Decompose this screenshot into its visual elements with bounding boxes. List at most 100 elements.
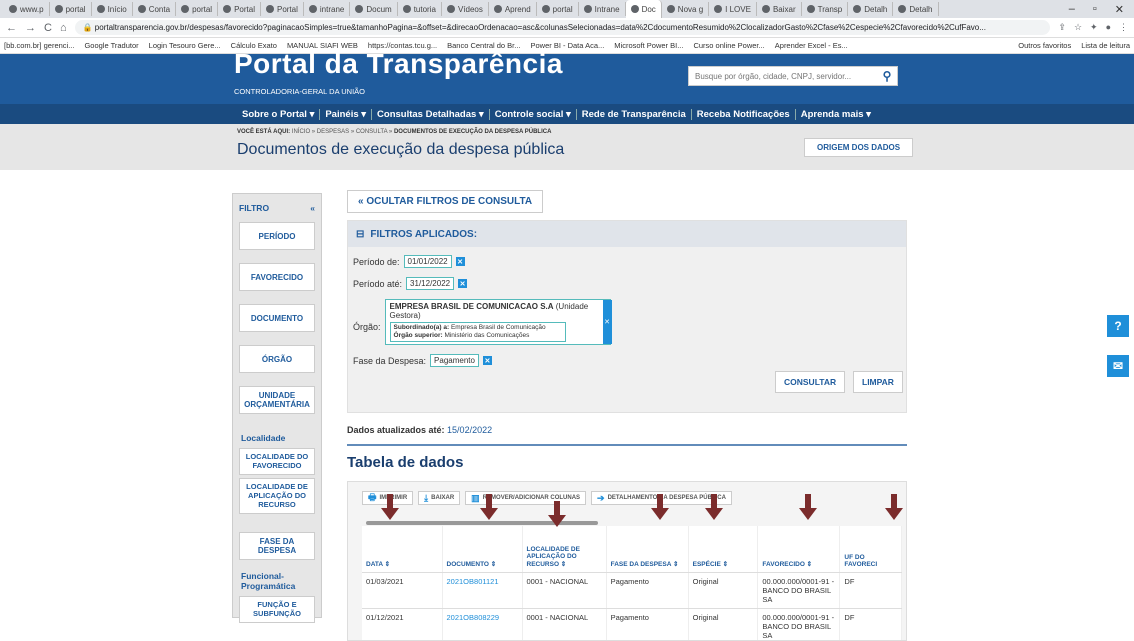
bookmark-item[interactable]: Google Tradutor [84, 41, 138, 50]
columns-button[interactable]: ▥ REMOVER/ADICIONAR COLUNAS [465, 491, 587, 505]
browser-tab[interactable]: Portal [261, 2, 304, 16]
browser-tab[interactable]: intrane [304, 2, 351, 16]
browser-tab[interactable]: tutoria [398, 2, 442, 16]
remove-filter-icon[interactable]: ✕ [482, 356, 492, 365]
forward-icon[interactable]: → [25, 22, 36, 34]
filter-button[interactable]: DOCUMENTO [239, 304, 315, 332]
bookmark-folder[interactable]: Lista de leitura [1081, 41, 1130, 50]
browser-tab[interactable]: Transp [802, 2, 849, 16]
column-header[interactable]: UF DO FAVORECI [839, 526, 902, 573]
column-header[interactable]: DATA ⇕ [362, 526, 443, 573]
browser-tab[interactable]: Portal [218, 2, 261, 16]
main-content: « OCULTAR FILTROS DE CONSULTA ⊟ FILTROS A… [347, 190, 907, 641]
table-cell: 0001 - NACIONAL [522, 572, 607, 609]
bookmark-item[interactable]: Login Tesouro Gere... [149, 41, 221, 50]
filter-button[interactable]: PERÍODO [239, 222, 315, 250]
table-row: 01/03/2021 2021OB801121 0001 - NACIONAL Pag… [362, 572, 902, 609]
column-header[interactable]: FAVORECIDO ⇕ [757, 526, 841, 573]
filter-button[interactable]: UNIDADE ORÇAMENTÁRIA [239, 386, 315, 414]
origem-dos-dados-button[interactable]: ORIGEM DOS DADOS [804, 138, 914, 157]
remove-filter-icon[interactable]: ✕ [602, 300, 612, 345]
browser-tab[interactable]: portal [537, 2, 579, 16]
column-header[interactable]: ESPÉCIE ⇕ [688, 526, 759, 573]
filter-funcao-subfuncao[interactable]: FUNÇÃO E SUBFUNÇÃO [239, 596, 315, 624]
table-cell: 00.000.000/0001-91 - BANCO DO BRASIL SA [757, 572, 841, 609]
nav-item[interactable]: Controle social ▾ [490, 108, 577, 120]
filter-sidebar: FILTRO « PERÍODO FAVORECIDO DOCUMENTO ÓRGÃO U… [232, 193, 322, 624]
hide-filters-button[interactable]: « OCULTAR FILTROS DE CONSULTA [347, 190, 544, 213]
browser-tab[interactable]: Detalh [848, 2, 894, 16]
share-icon[interactable]: ⇪ [1058, 22, 1066, 33]
table-cell[interactable]: 2021OB801121 [442, 572, 523, 609]
browser-tab[interactable]: Doc [625, 0, 662, 18]
filter-button[interactable]: ÓRGÃO [239, 345, 315, 373]
reload-icon[interactable]: C [44, 22, 52, 34]
browser-tab[interactable]: Detalh [893, 2, 939, 16]
bookmark-folder[interactable]: Outros favoritos [1018, 41, 1071, 50]
bookmark-item[interactable]: Curso online Power... [693, 41, 764, 50]
browser-tab[interactable]: Aprend [489, 2, 537, 16]
filter-button[interactable]: FAVORECIDO [239, 263, 315, 291]
remove-filter-icon[interactable]: ✕ [455, 257, 465, 266]
download-button[interactable]: ⤓ BAIXAR [418, 491, 461, 505]
extensions-icon[interactable]: ✦ [1090, 22, 1098, 33]
maximize-icon[interactable]: ▫ [1093, 3, 1097, 16]
bookmark-item[interactable]: Microsoft Power BI... [614, 41, 683, 50]
consultar-button[interactable]: CONSULTAR [775, 371, 846, 393]
collapse-icon[interactable]: « [310, 203, 315, 213]
orgao-chip: EMPRESA BRASIL DE COMUNICACAO S.A (Unida… [384, 299, 612, 346]
bookmark-item[interactable]: [bb.com.br] gerenci... [4, 41, 74, 50]
nav-item[interactable]: Receba Notificações [692, 108, 796, 120]
applied-filters-title: FILTROS APLICADOS: [370, 228, 478, 240]
browser-tab[interactable]: Conta [133, 2, 177, 16]
mail-icon[interactable]: ✉ [1107, 355, 1129, 377]
limpar-button[interactable]: LIMPAR [853, 371, 903, 393]
url-field[interactable]: 🔒 portaltransparencia.gov.br/despesas/fa… [74, 20, 1051, 35]
browser-tab[interactable]: portal [50, 2, 92, 16]
home-icon[interactable]: ⌂ [60, 22, 67, 34]
star-icon[interactable]: ☆ [1074, 22, 1082, 33]
favicon-icon [96, 5, 105, 13]
favicon-icon [181, 5, 190, 13]
filter-fase-da-despesa[interactable]: FASE DA DESPESA [239, 532, 315, 561]
nav-item[interactable]: Rede de Transparência [577, 108, 692, 120]
nav-item[interactable]: Aprenda mais ▾ [796, 109, 876, 120]
search-icon[interactable]: ⚲ [877, 69, 897, 83]
browser-tab[interactable]: Baixar [757, 2, 802, 16]
menu-icon[interactable]: ⋮ [1119, 22, 1128, 33]
favicon-icon [265, 5, 274, 13]
page-title: Documentos de execução da despesa públic… [237, 141, 565, 158]
help-icon[interactable]: ? [1107, 315, 1129, 337]
filter-localidade-button[interactable]: LOCALIDADE DE APLICAÇÃO DO RECURSO [239, 478, 315, 515]
column-header[interactable]: DOCUMENTO ⇕ [442, 526, 523, 573]
browser-tab[interactable]: I LOVE [709, 2, 757, 16]
table-cell[interactable]: 2021OB808229 [442, 608, 523, 640]
bookmark-item[interactable]: Aprender Excel - Es... [775, 41, 848, 50]
browser-tab[interactable]: Docum [350, 2, 398, 16]
favicon-icon [308, 5, 317, 13]
remove-filter-icon[interactable]: ✕ [458, 279, 468, 288]
browser-tab-strip: www.p portal Início Conta portal Portal Portal… [0, 0, 1134, 18]
browser-tab[interactable]: Intrane [579, 2, 626, 16]
browser-tab[interactable]: portal [176, 2, 219, 16]
profile-icon[interactable]: ● [1106, 22, 1111, 33]
nav-item[interactable]: Sobre o Portal ▾ [237, 108, 321, 120]
portal-title[interactable]: Portal da Transparência [234, 48, 563, 80]
favicon-icon [630, 5, 639, 13]
minus-square-icon[interactable]: ⊟ [356, 229, 364, 240]
portal-subtitle: CONTROLADORIA-GERAL DA UNIÃO [234, 87, 365, 96]
browser-tab[interactable]: Vídeos [442, 2, 489, 16]
browser-tab[interactable]: www.p [4, 2, 50, 16]
minimize-icon[interactable]: – [1069, 3, 1075, 16]
search-input[interactable] [689, 71, 877, 81]
column-header[interactable]: LOCALIDADE DE APLICAÇÃO DO RECURSO ⇕ [522, 526, 607, 573]
back-icon[interactable]: ← [6, 22, 17, 34]
table-cell: Original [688, 608, 759, 640]
filter-localidade-button[interactable]: LOCALIDADE DO FAVORECIDO [239, 448, 315, 476]
browser-tab[interactable]: Nova g [662, 2, 710, 16]
browser-tab[interactable]: Início [92, 2, 133, 16]
column-header[interactable]: FASE DA DESPESA ⇕ [606, 526, 689, 573]
nav-item[interactable]: Consultas Detalhadas ▾ [372, 108, 490, 120]
nav-item[interactable]: Painéis ▾ [320, 108, 373, 120]
close-icon[interactable]: ✕ [1115, 3, 1124, 16]
